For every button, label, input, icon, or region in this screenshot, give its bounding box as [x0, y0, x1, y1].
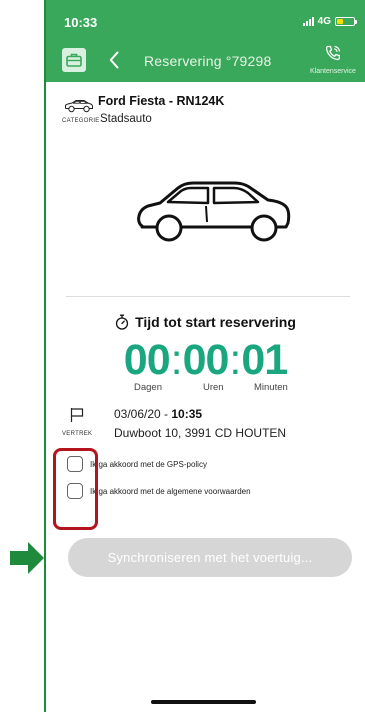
phone-screen: 10:33 4G Reservering °79298 Klantenservi… — [46, 0, 365, 712]
hours-label: Uren — [203, 382, 224, 393]
back-button[interactable] — [104, 47, 124, 73]
departure-address: Duwboot 10, 3991 CD HOUTEN — [114, 426, 287, 440]
briefcase-icon — [66, 53, 82, 67]
battery-icon — [335, 17, 357, 26]
countdown-days: 00 — [123, 336, 171, 384]
departure-datetime: 03/06/20 - 10:35 — [114, 407, 202, 421]
flag-icon — [70, 408, 84, 422]
car-small-icon — [65, 100, 93, 113]
briefcase-button[interactable] — [62, 48, 86, 72]
stopwatch-icon — [115, 314, 129, 330]
customer-service-label: Klantenservice — [310, 68, 356, 75]
sync-vehicle-button[interactable]: Synchroniseren met het voertuig... — [68, 538, 352, 577]
category-label: CATEGORIE — [62, 118, 100, 124]
app-header: 10:33 4G Reservering °79298 Klantenservi… — [46, 0, 365, 82]
minutes-label: Minuten — [254, 382, 288, 393]
gps-policy-checkbox[interactable] — [67, 456, 83, 472]
phone-icon — [325, 45, 341, 61]
countdown-separator: : — [229, 336, 241, 384]
countdown-display: 00:00:01 — [46, 336, 365, 385]
countdown-hours: 00 — [182, 336, 230, 384]
vehicle-name: Ford Fiesta - RN124K — [98, 94, 225, 108]
departure-label: VERTREK — [62, 431, 93, 437]
status-time: 10:33 — [64, 15, 98, 30]
section-divider — [66, 296, 350, 297]
customer-service-button[interactable]: Klantenservice — [309, 44, 357, 75]
terms-checkbox[interactable] — [67, 483, 83, 499]
gps-policy-label: Ik ga akkoord met de GPS-policy — [90, 460, 207, 469]
countdown-separator: : — [170, 336, 183, 384]
countdown-minutes: 01 — [241, 336, 288, 384]
days-label: Dagen — [134, 382, 162, 393]
status-indicators: 4G — [302, 16, 357, 27]
signal-icon — [302, 17, 314, 26]
terms-label: Ik ga akkoord met de algemene voorwaarde… — [90, 487, 251, 496]
category-value: Stadsauto — [100, 113, 152, 125]
nav-bar: Reservering °79298 Klantenservice — [46, 44, 365, 78]
home-indicator[interactable] — [151, 700, 256, 704]
timer-title-text: Tijd tot start reservering — [135, 314, 296, 330]
chevron-left-icon — [109, 51, 119, 69]
departure-date: 03/06/20 - — [114, 407, 172, 421]
timer-title: Tijd tot start reservering — [46, 314, 365, 330]
page-title: Reservering °79298 — [144, 53, 272, 69]
arrow-right-icon — [10, 542, 44, 574]
car-large-icon — [137, 181, 291, 242]
departure-time: 10:35 — [171, 407, 203, 421]
network-type: 4G — [317, 16, 331, 27]
